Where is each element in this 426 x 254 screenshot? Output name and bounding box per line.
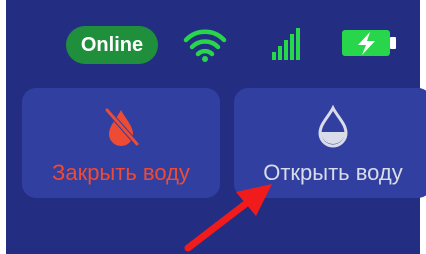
signal-icon — [272, 28, 300, 60]
online-label: Online — [80, 33, 144, 56]
red-arrow-annotation — [184, 184, 272, 252]
battery-charging-icon — [342, 30, 396, 56]
online-badge: Online — [66, 26, 158, 64]
status-bar: Online — [6, 22, 420, 66]
water-drop-off-icon — [104, 107, 140, 147]
water-drop-icon — [318, 104, 348, 148]
wifi-icon — [183, 29, 227, 62]
